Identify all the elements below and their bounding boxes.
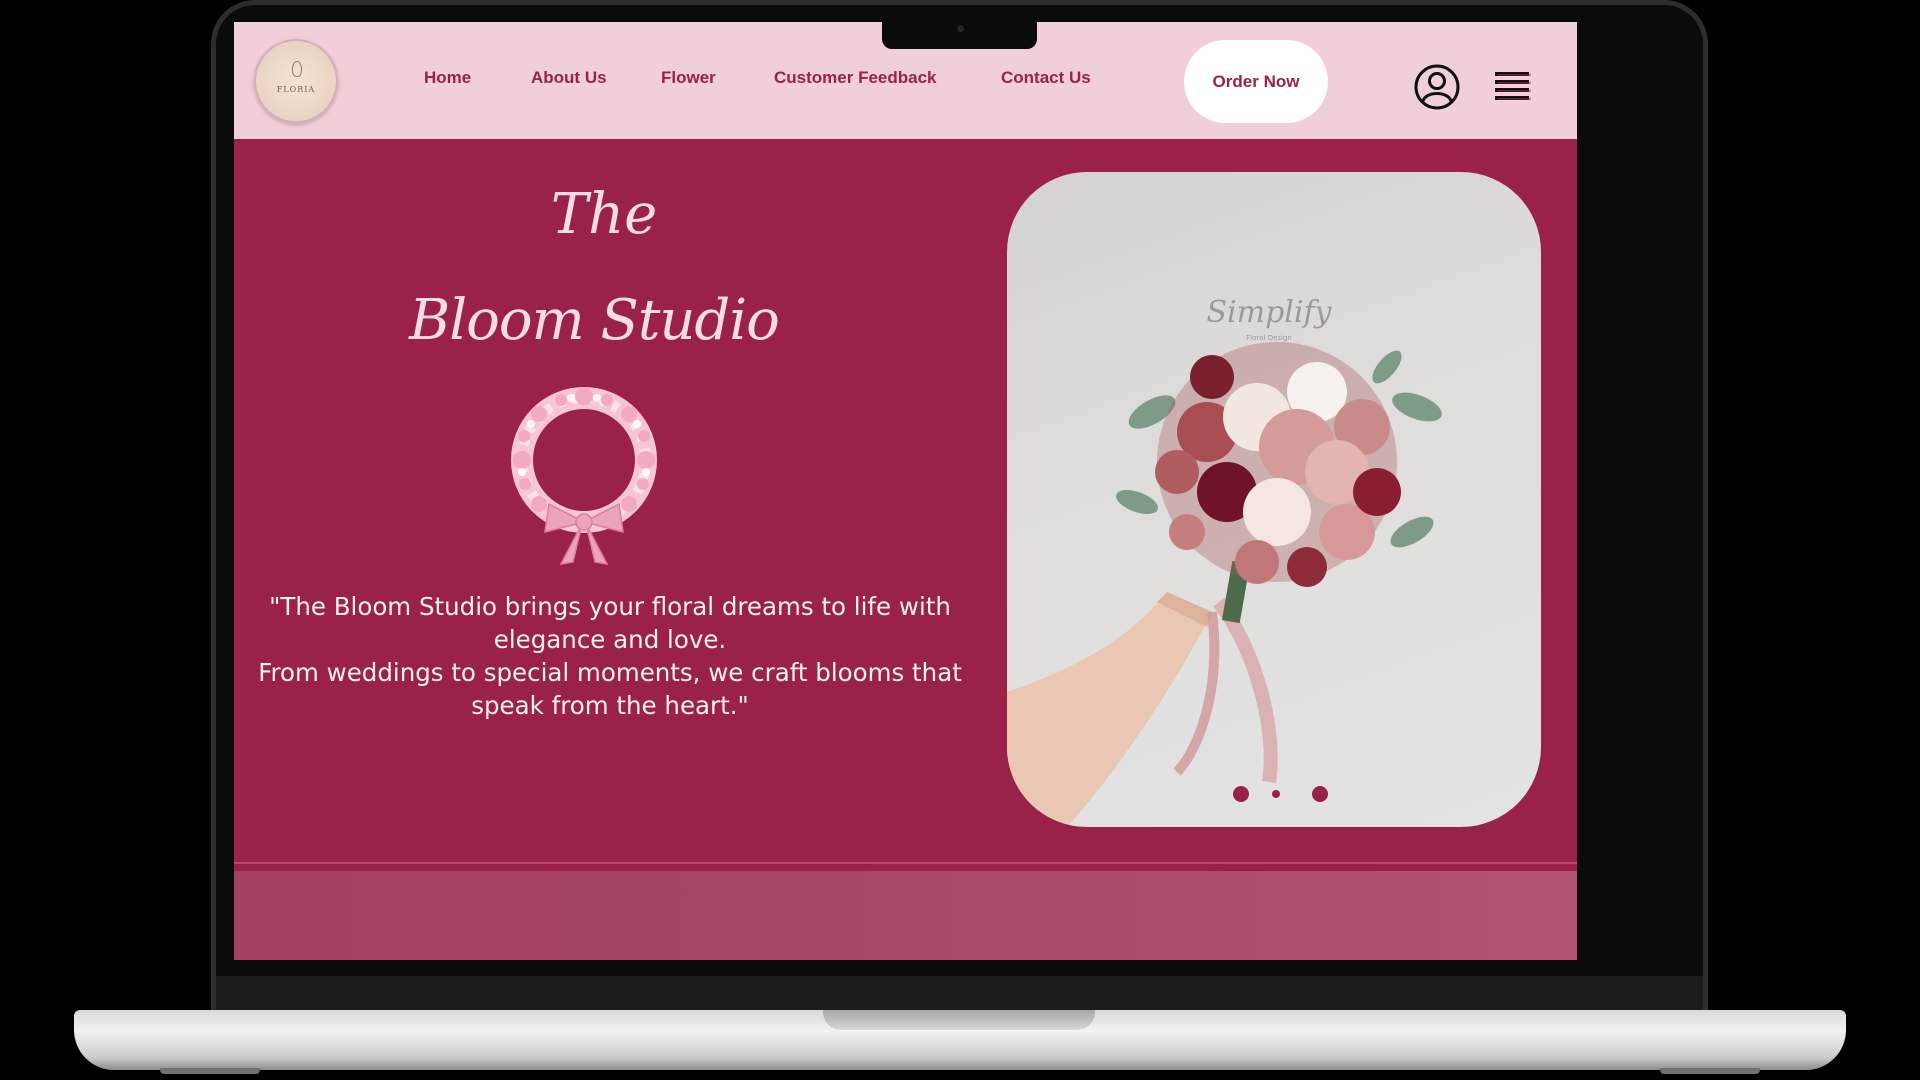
flower-logo-icon xyxy=(292,61,302,77)
hero-quote-line1: "The Bloom Studio brings your floral dre… xyxy=(269,592,951,654)
laptop-screen: FLORIA Home About Us Flower Customer Fee… xyxy=(234,22,1577,960)
user-icon[interactable] xyxy=(1414,64,1460,110)
carousel-dot-3[interactable] xyxy=(1312,786,1328,802)
nav-link-flower[interactable]: Flower xyxy=(661,68,716,88)
nav-link-customer-feedback[interactable]: Customer Feedback xyxy=(774,68,937,88)
hamburger-menu-icon[interactable] xyxy=(1495,69,1531,103)
nav-link-home[interactable]: Home xyxy=(424,68,471,88)
logo-text: FLORIA xyxy=(276,85,316,94)
camera-icon xyxy=(957,25,964,32)
carousel-dot-2-active[interactable] xyxy=(1272,790,1280,798)
hero-quote-line2: From weddings to special moments, we cra… xyxy=(258,658,962,720)
lower-section-band xyxy=(234,871,1577,960)
laptop-base-notch xyxy=(823,1010,1095,1030)
hero-title-line2: Bloom Studio xyxy=(409,288,780,353)
laptop-foot-right xyxy=(1660,1068,1760,1074)
carousel-dot-1[interactable] xyxy=(1233,786,1249,802)
order-now-button[interactable]: Order Now xyxy=(1184,40,1328,123)
photo-watermark-sub: Floral Design xyxy=(1246,334,1292,342)
flower-wreath-icon xyxy=(511,387,657,565)
photo-watermark: Simplify xyxy=(1206,295,1332,330)
nav-link-contact-us[interactable]: Contact Us xyxy=(1001,68,1091,88)
hero-bouquet-image[interactable]: Simplify Floral Design xyxy=(1007,172,1541,827)
hero-title-line1: The xyxy=(550,182,658,247)
bouquet-illustration: Simplify Floral Design xyxy=(1007,295,1442,827)
nav-link-about-us[interactable]: About Us xyxy=(531,68,607,88)
hero-quote: "The Bloom Studio brings your floral dre… xyxy=(242,590,978,722)
laptop-bezel-bottom xyxy=(216,976,1703,1010)
site-logo[interactable]: FLORIA xyxy=(254,39,338,123)
laptop-foot-left xyxy=(160,1068,260,1074)
section-divider xyxy=(234,862,1577,864)
